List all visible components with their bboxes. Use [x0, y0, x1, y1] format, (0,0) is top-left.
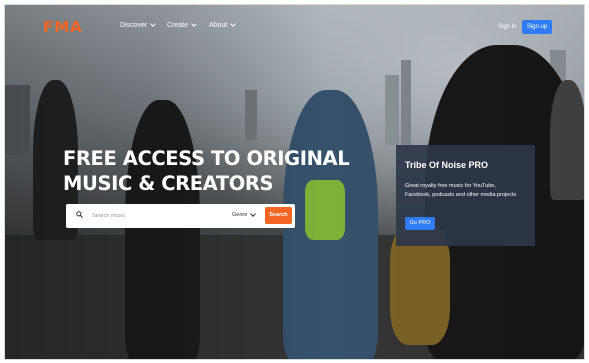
- nav-item-discover[interactable]: Discover: [120, 21, 157, 29]
- hero-headline: FREE ACCESS TO ORIGINAL MUSIC & CREATORS: [63, 146, 363, 196]
- search-input[interactable]: [92, 209, 222, 223]
- hero-headline-line2: MUSIC & CREATORS: [63, 172, 274, 195]
- sign-in-link[interactable]: Sign in: [498, 24, 516, 30]
- promo-title: Tribe Of Noise PRO: [405, 160, 489, 170]
- chevron-down-icon: [191, 21, 197, 27]
- nav-item-label: About: [209, 22, 228, 29]
- browser-viewport: FMA Discover Create About Sign in Sign u…: [4, 4, 585, 360]
- search-bar: Genre Search: [66, 204, 295, 228]
- sign-up-button[interactable]: Sign up: [522, 20, 552, 34]
- nav-item-about[interactable]: About: [209, 21, 237, 29]
- promo-description: Great royalty free music for YouTube, Fa…: [405, 183, 517, 198]
- chevron-down-icon: [230, 21, 237, 27]
- nav-item-label: Create: [167, 22, 189, 29]
- genre-select[interactable]: Genre: [232, 210, 257, 218]
- hero-headline-line1: FREE ACCESS TO ORIGINAL: [63, 147, 350, 170]
- nav-item-create[interactable]: Create: [167, 21, 197, 29]
- chevron-down-icon: [250, 210, 257, 217]
- nav-item-label: Discover: [120, 22, 148, 29]
- search-icon: [76, 211, 83, 218]
- go-pro-button[interactable]: Go PRO: [405, 217, 435, 230]
- chevron-down-icon: [150, 21, 157, 27]
- top-nav: FMA Discover Create About Sign in Sign u…: [5, 5, 584, 47]
- genre-label: Genre: [232, 212, 248, 218]
- search-button[interactable]: Search: [265, 207, 292, 224]
- pro-promo-card: Tribe Of Noise PRO Great royalty free mu…: [396, 145, 535, 246]
- fma-logo[interactable]: FMA: [43, 18, 83, 36]
